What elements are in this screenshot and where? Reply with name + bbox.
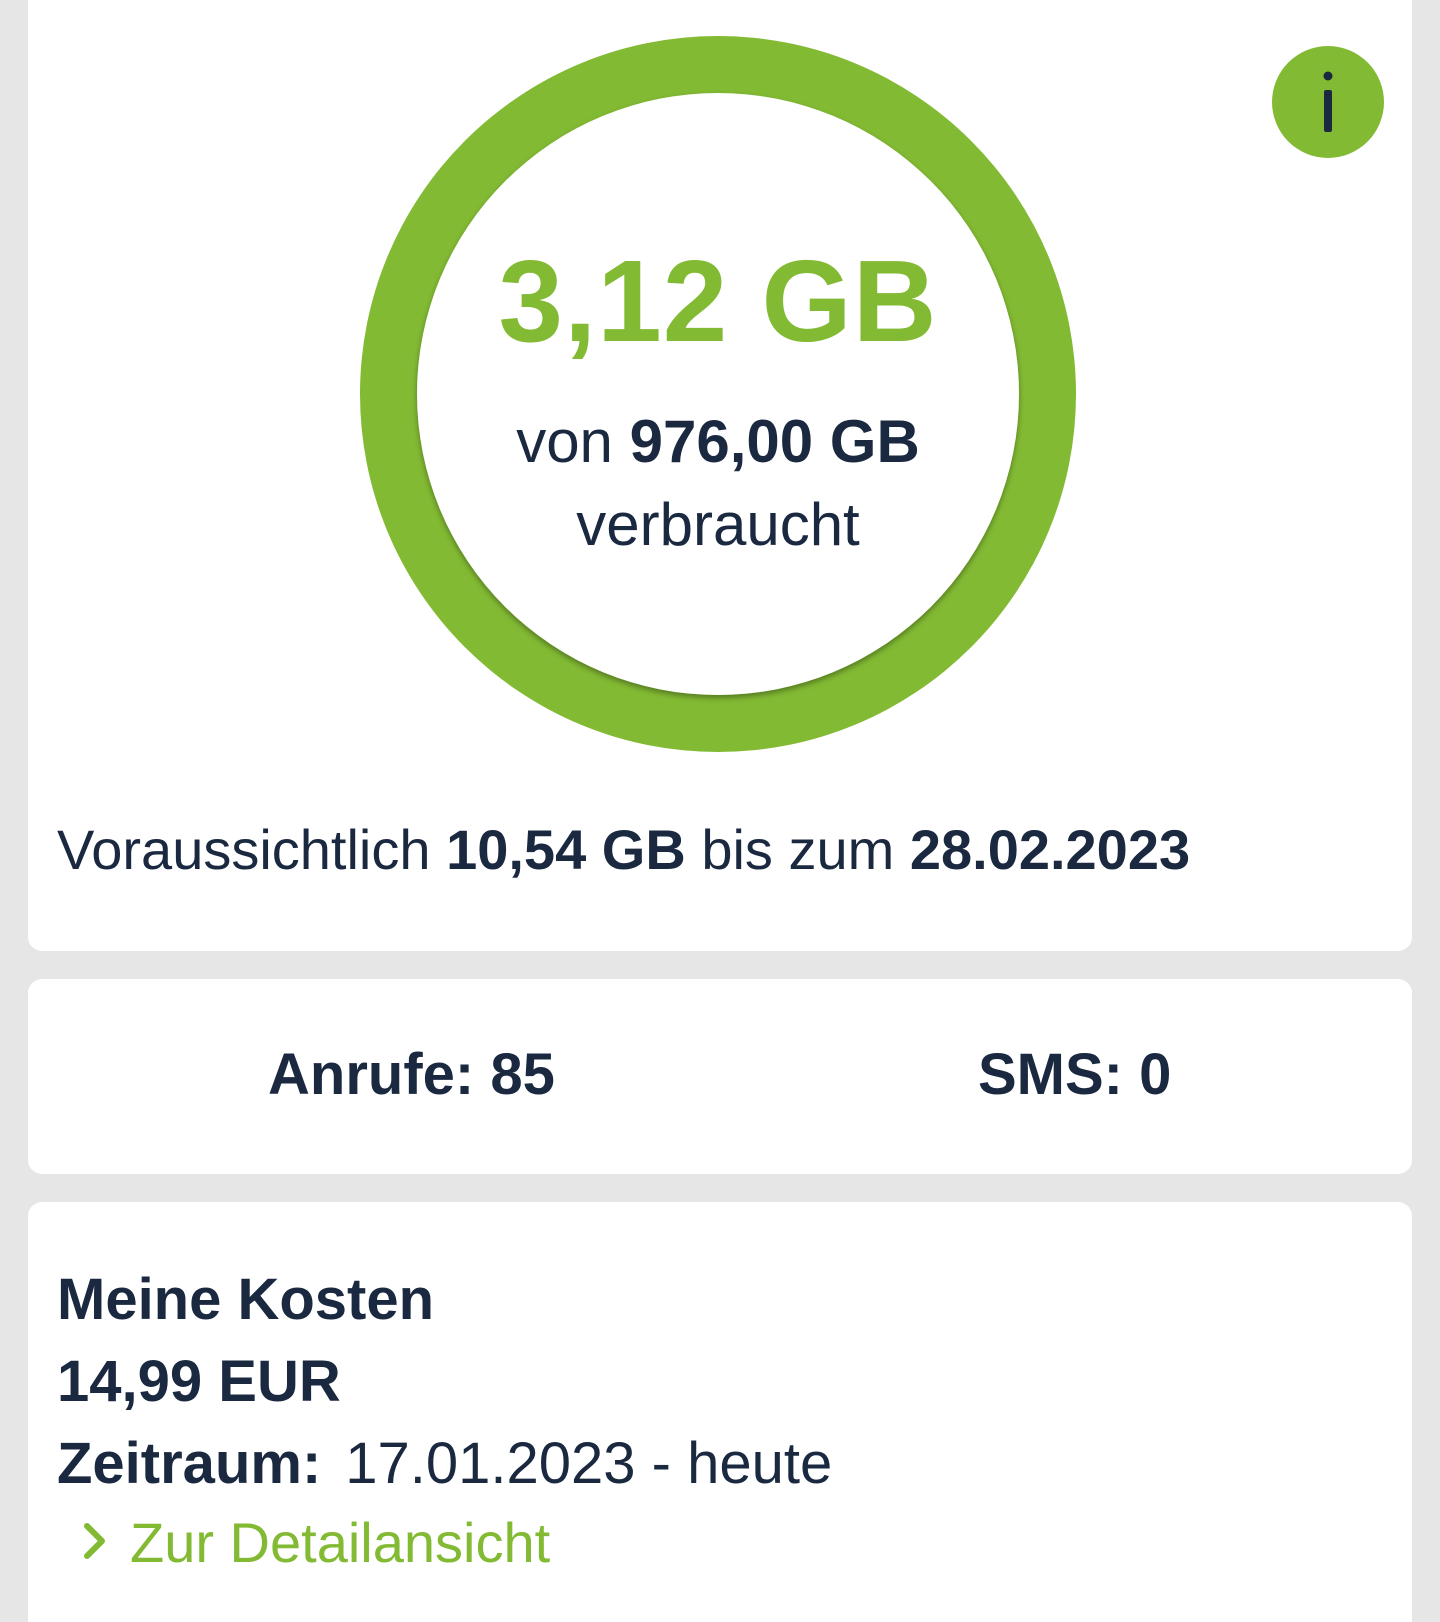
consumed-label: verbraucht bbox=[576, 491, 860, 558]
forecast-text: Voraussichtlich 10,54 GB bis zum 28.02.2… bbox=[57, 817, 1190, 882]
used-amount: 3,12 GB bbox=[498, 236, 938, 366]
chevron-right-icon bbox=[84, 1523, 105, 1560]
data-usage-card: 3,12 GB von 976,00 GB verbraucht Vorauss… bbox=[28, 0, 1412, 951]
forecast-date: 28.02.2023 bbox=[909, 818, 1191, 881]
forecast-middle: bis zum bbox=[701, 818, 895, 881]
total-amount: 976,00 GB bbox=[629, 408, 920, 475]
calls-count: Anrufe: 85 bbox=[268, 1042, 555, 1107]
costs-title: Meine Kosten bbox=[57, 1267, 435, 1332]
usage-ring: 3,12 GB von 976,00 GB verbraucht bbox=[358, 34, 1078, 754]
total-volume: von 976,00 GB bbox=[358, 407, 1078, 476]
detail-link-label: Zur Detailansicht bbox=[130, 1511, 551, 1574]
billing-period: Zeitraum: 17.01.2023 - heute bbox=[57, 1430, 832, 1497]
usage-ring-graphic bbox=[360, 36, 1076, 752]
period-label: Zeitraum: bbox=[57, 1431, 322, 1496]
sms-count: SMS: 0 bbox=[978, 1042, 1172, 1107]
period-value: 17.01.2023 - heute bbox=[345, 1431, 833, 1496]
info-button[interactable] bbox=[1272, 46, 1384, 158]
usage-counts-card: Anrufe: 85 SMS: 0 bbox=[28, 979, 1412, 1174]
forecast-amount: 10,54 GB bbox=[446, 818, 686, 881]
usage-ring-center bbox=[417, 93, 1019, 695]
costs-amount: 14,99 EUR bbox=[57, 1349, 341, 1414]
total-prefix: von bbox=[516, 408, 613, 475]
detail-view-link[interactable]: Zur Detailansicht bbox=[82, 1510, 550, 1575]
costs-card: Meine Kosten 14,99 EUR Zeitraum: 17.01.20… bbox=[28, 1202, 1412, 1622]
forecast-prefix: Voraussichtlich bbox=[57, 818, 431, 881]
info-icon bbox=[1323, 71, 1333, 132]
